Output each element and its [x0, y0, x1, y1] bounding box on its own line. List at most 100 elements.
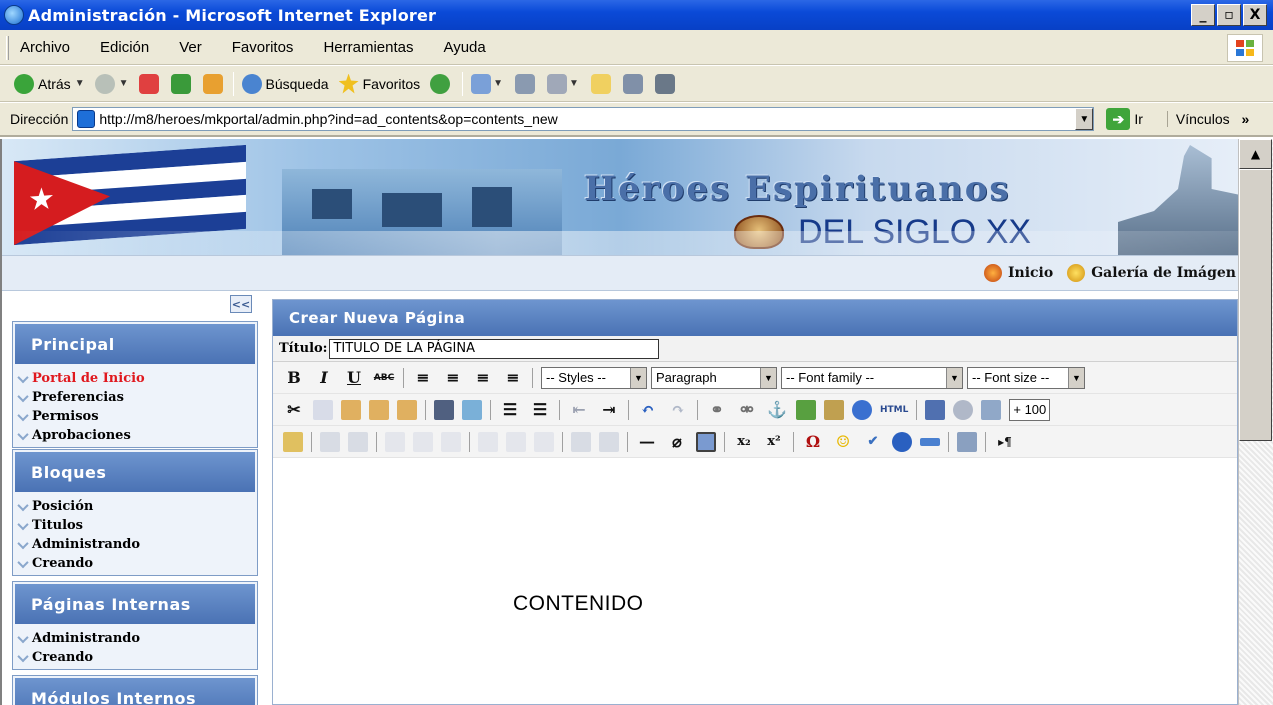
delete-row-icon[interactable]: [441, 431, 461, 452]
col-after-icon[interactable]: [506, 431, 526, 452]
cut-icon[interactable]: ✂: [283, 399, 305, 421]
link-icon[interactable]: ⚭: [706, 399, 728, 421]
paste-word-icon[interactable]: [397, 399, 417, 420]
font-family-select[interactable]: -- Font family -- ▼: [781, 366, 963, 389]
replace-icon[interactable]: [462, 399, 482, 420]
flash-icon[interactable]: [892, 431, 912, 452]
strikethrough-button[interactable]: ABC: [373, 367, 395, 389]
sidebar-item-permisos[interactable]: Permisos: [13, 407, 257, 426]
font-size-select[interactable]: -- Font size -- ▼: [967, 366, 1085, 389]
bold-button[interactable]: B: [283, 367, 305, 389]
address-dropdown-icon[interactable]: ▼: [1075, 108, 1094, 130]
merge-cells-icon[interactable]: [599, 431, 619, 452]
nav-gallery-link[interactable]: Galería de Imágen: [1067, 264, 1236, 282]
special-char-button[interactable]: Ω: [802, 431, 824, 453]
cell-props-icon[interactable]: [348, 431, 368, 452]
collapse-sidebar-button[interactable]: <<: [230, 295, 252, 313]
edit-css-icon[interactable]: [283, 431, 303, 452]
menu-ver[interactable]: Ver: [175, 39, 206, 56]
scroll-thumb[interactable]: [1239, 169, 1272, 441]
styles-select[interactable]: -- Styles -- ▼: [541, 366, 647, 389]
numbered-list-icon[interactable]: ☰: [529, 399, 551, 421]
insert-time-icon[interactable]: [953, 399, 974, 420]
editor-content-area[interactable]: CONTENIDO: [283, 460, 1223, 700]
anchor-icon[interactable]: ⚓: [766, 399, 788, 421]
menu-ayuda[interactable]: Ayuda: [439, 39, 489, 56]
back-button[interactable]: Atrás ▼: [14, 73, 85, 94]
go-button[interactable]: ➔ Ir: [1106, 108, 1143, 130]
indent-icon[interactable]: ⇥: [598, 399, 620, 421]
table-icon[interactable]: [696, 431, 716, 452]
format-select[interactable]: Paragraph ▼: [651, 366, 777, 389]
minimize-button[interactable]: _: [1191, 4, 1215, 26]
edit-icon[interactable]: [547, 73, 568, 94]
sidebar-item-administrando[interactable]: Administrando: [13, 629, 257, 648]
sidebar-item-portal-de-inicio[interactable]: Portal de Inicio: [13, 369, 257, 388]
find-icon[interactable]: [434, 399, 454, 420]
align-center-icon[interactable]: ≡: [442, 367, 464, 389]
maximize-button[interactable]: ▫: [1217, 4, 1241, 26]
page-scrollbar[interactable]: ▲: [1238, 139, 1273, 705]
media-icon[interactable]: [920, 437, 940, 446]
row-after-icon[interactable]: [413, 431, 433, 452]
preview-icon[interactable]: [981, 399, 1002, 420]
paste-text-icon[interactable]: [369, 399, 389, 420]
address-url[interactable]: http://m8/heroes/mkportal/admin.php?ind=…: [99, 111, 557, 127]
underline-button[interactable]: U: [343, 367, 365, 389]
italic-button[interactable]: I: [313, 367, 335, 389]
row-before-icon[interactable]: [385, 431, 405, 452]
links-button[interactable]: Vínculos »: [1166, 111, 1249, 127]
align-left-icon[interactable]: ≡: [412, 367, 434, 389]
align-right-icon[interactable]: ≡: [472, 367, 494, 389]
mail-dropdown-icon[interactable]: ▼: [493, 78, 503, 89]
subscript-button[interactable]: x₂: [733, 431, 755, 453]
research-icon[interactable]: [622, 73, 643, 94]
title-input[interactable]: TITULO DE LA PÁGINA: [329, 338, 660, 359]
refresh-icon[interactable]: [170, 73, 191, 94]
horizontal-rule-icon[interactable]: —: [636, 431, 658, 453]
messenger-icon[interactable]: [654, 73, 675, 94]
address-input[interactable]: http://m8/heroes/mkportal/admin.php?ind=…: [72, 107, 1095, 131]
menu-herramientas[interactable]: Herramientas: [319, 39, 417, 56]
forward-button[interactable]: ▼: [94, 73, 129, 94]
edit-dropdown-icon[interactable]: ▼: [569, 78, 579, 89]
copy-icon[interactable]: [313, 399, 333, 420]
col-before-icon[interactable]: [478, 431, 498, 452]
paste-icon[interactable]: [341, 399, 361, 420]
sidebar-item-creando[interactable]: Creando: [13, 648, 257, 667]
menu-favoritos[interactable]: Favoritos: [228, 39, 298, 56]
favorites-button[interactable]: Favoritos: [338, 73, 420, 94]
print-icon[interactable]: [515, 73, 536, 94]
sidebar-item-aprobaciones[interactable]: Aprobaciones: [13, 426, 257, 445]
split-cells-icon[interactable]: [571, 431, 591, 452]
cleanup-icon[interactable]: [824, 399, 844, 420]
spellcheck-icon[interactable]: ✔: [862, 431, 884, 453]
superscript-button[interactable]: x²: [763, 431, 785, 453]
zoom-select[interactable]: + 100: [1009, 398, 1051, 421]
redo-icon[interactable]: ↷: [667, 399, 689, 421]
stop-icon[interactable]: [138, 73, 159, 94]
close-button[interactable]: X: [1243, 4, 1267, 26]
scroll-up-icon[interactable]: ▲: [1239, 139, 1272, 169]
align-justify-icon[interactable]: ≡: [502, 367, 524, 389]
nav-home-link[interactable]: Inicio: [983, 264, 1053, 282]
html-source-button[interactable]: HTML: [880, 399, 908, 421]
ltr-icon[interactable]: ▸¶: [994, 431, 1016, 453]
sidebar-item-titulos[interactable]: Titulos: [13, 516, 257, 535]
delete-col-icon[interactable]: [534, 431, 554, 452]
search-button[interactable]: Búsqueda: [241, 73, 329, 94]
folder-icon[interactable]: [590, 73, 611, 94]
home-icon[interactable]: [202, 73, 223, 94]
insert-date-icon[interactable]: [925, 399, 946, 420]
remove-format-icon[interactable]: ⌀: [666, 431, 688, 453]
sidebar-item-posicion[interactable]: Posición: [13, 497, 257, 516]
undo-icon[interactable]: ↶: [637, 399, 659, 421]
image-icon[interactable]: [796, 399, 816, 420]
unlink-icon[interactable]: ⚮: [736, 399, 758, 421]
menu-edicion[interactable]: Edición: [96, 39, 153, 56]
forward-dropdown-icon[interactable]: ▼: [119, 78, 129, 89]
print-icon[interactable]: [957, 431, 977, 452]
back-dropdown-icon[interactable]: ▼: [75, 78, 85, 89]
row-props-icon[interactable]: [320, 431, 340, 452]
sidebar-item-preferencias[interactable]: Preferencias: [13, 388, 257, 407]
